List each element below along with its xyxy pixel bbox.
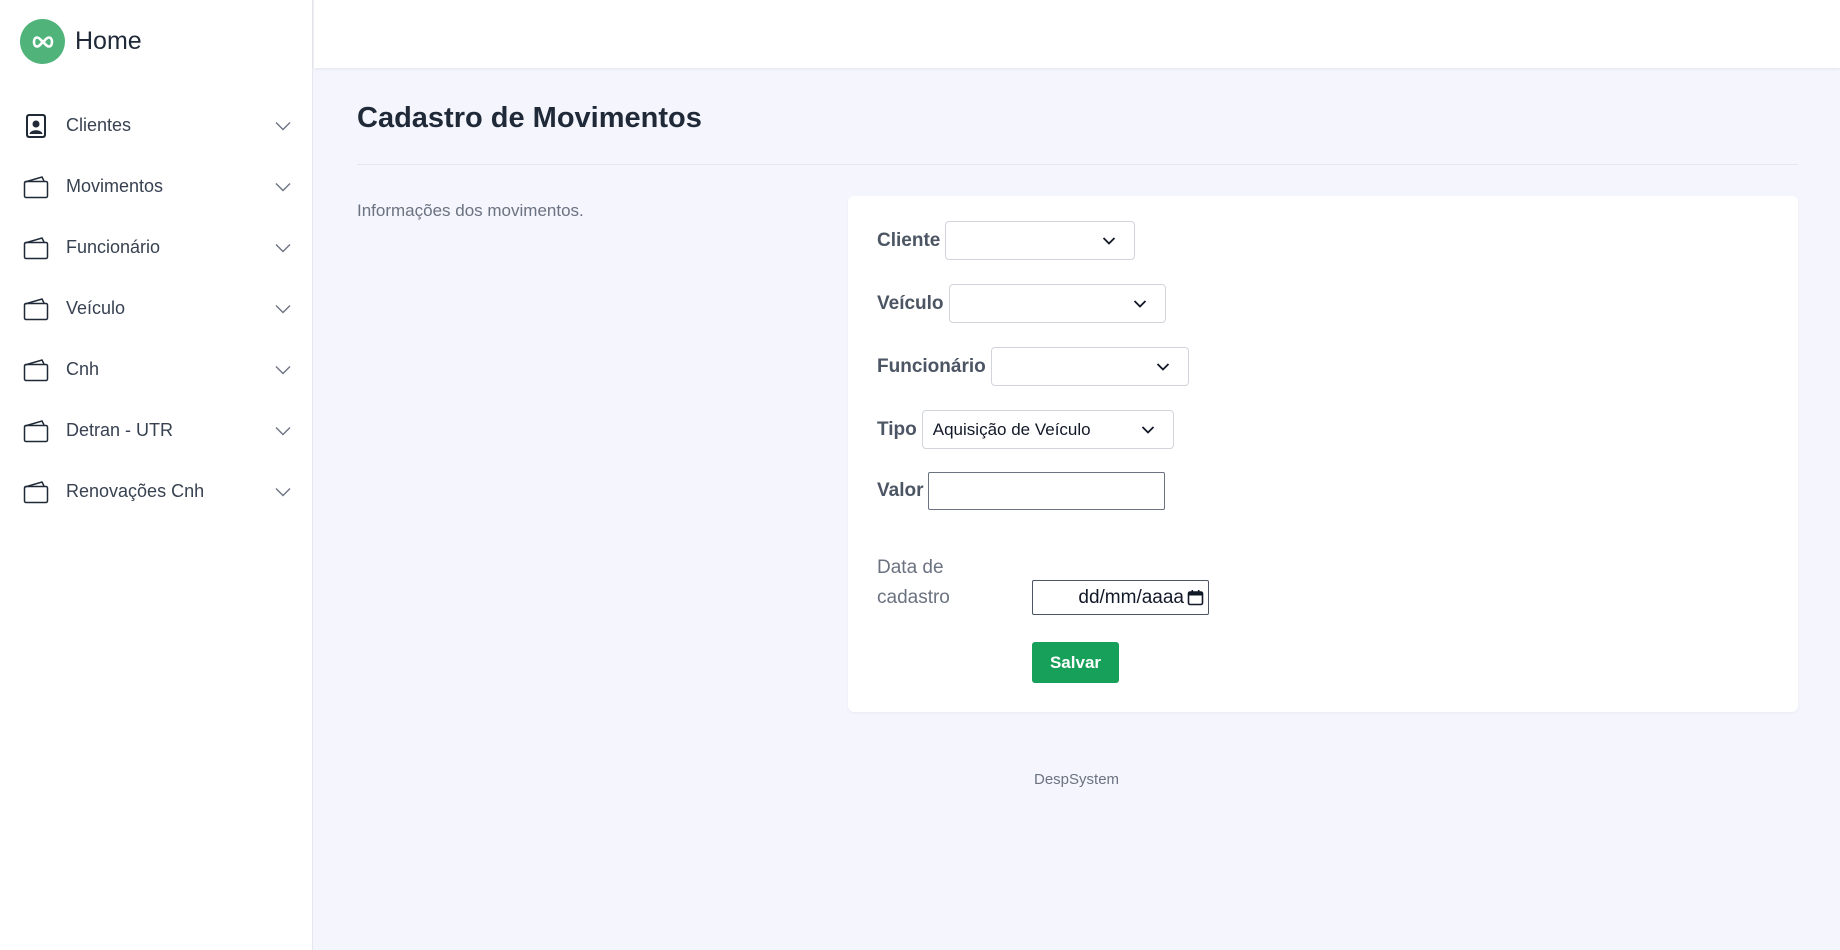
- valor-label: Valor: [877, 480, 924, 501]
- sidebar-item-clientes[interactable]: Clientes: [0, 95, 313, 156]
- valor-row: Valor: [877, 472, 1166, 510]
- sidebar-item-movimentos[interactable]: Movimentos: [0, 156, 313, 217]
- veiculo-label: Veículo: [877, 292, 944, 314]
- chevron-down-icon: [275, 182, 291, 191]
- cliente-label: Cliente: [877, 229, 941, 251]
- chevron-down-icon: [1156, 362, 1169, 371]
- wallet-icon: [23, 174, 49, 200]
- chevron-down-icon: [275, 426, 291, 435]
- section-description: Informações dos movimentos.: [357, 201, 584, 220]
- sidebar-item-veiculo[interactable]: Veículo: [0, 278, 313, 339]
- veiculo-row: Veículo: [877, 284, 1166, 323]
- cliente-row: Cliente: [877, 221, 1136, 260]
- brand-home-link[interactable]: Home: [20, 19, 142, 64]
- wallet-icon: [23, 357, 49, 383]
- sidebar-item-label: Detran - UTR: [66, 420, 174, 440]
- brand-title: Home: [75, 27, 142, 55]
- chevron-down-icon: [275, 487, 291, 496]
- sidebar-item-detran-utr[interactable]: Detran - UTR: [0, 400, 313, 461]
- chevron-down-icon: [275, 365, 291, 374]
- date-placeholder: dd/mm/aaaa: [1078, 586, 1184, 608]
- cliente-select[interactable]: [945, 221, 1136, 260]
- tipo-label: Tipo: [877, 418, 917, 440]
- funcionario-row: Funcionário: [877, 347, 1189, 386]
- contact-card-icon: [23, 113, 49, 139]
- tipo-row: Tipo Aquisição de Veículo: [877, 410, 1174, 449]
- tipo-select-value: Aquisição de Veículo: [932, 419, 1091, 439]
- data-cadastro-input[interactable]: dd/mm/aaaa: [1032, 580, 1209, 615]
- sidebar-item-label: Clientes: [66, 115, 132, 135]
- sidebar-item-cnh[interactable]: Cnh: [0, 339, 313, 400]
- save-button[interactable]: Salvar: [1032, 642, 1119, 683]
- chevron-down-icon: [1103, 236, 1116, 245]
- chevron-down-icon: [275, 243, 291, 252]
- sidebar-item-label: Veículo: [66, 298, 126, 318]
- top-bar: [314, 0, 1840, 68]
- sidebar-item-renovacoes-cnh[interactable]: Renovações Cnh: [0, 461, 313, 522]
- sidebar-nav: Clientes Movimentos Funcionário Veículo: [0, 95, 313, 522]
- veiculo-select[interactable]: [948, 284, 1166, 323]
- sidebar-item-label: Renovações Cnh: [66, 481, 205, 501]
- wallet-icon: [23, 479, 49, 505]
- wallet-icon: [23, 296, 49, 322]
- infinity-icon: [20, 19, 65, 64]
- calendar-icon[interactable]: [1187, 589, 1204, 606]
- funcionario-label: Funcionário: [877, 355, 986, 377]
- divider: [357, 164, 1798, 165]
- tipo-select[interactable]: Aquisição de Veículo: [921, 410, 1174, 449]
- sidebar: Home Clientes Movimentos Funcionário Veí…: [0, 0, 313, 950]
- sidebar-item-funcionario[interactable]: Funcionário: [0, 217, 313, 278]
- wallet-icon: [23, 418, 49, 444]
- funcionario-select[interactable]: [990, 347, 1189, 386]
- sidebar-item-label: Funcionário: [66, 237, 161, 257]
- wallet-icon: [23, 235, 49, 261]
- footer-text: DespSystem: [1034, 771, 1120, 788]
- chevron-down-icon: [1133, 299, 1146, 308]
- chevron-down-icon: [275, 121, 291, 130]
- page-title: Cadastro de Movimentos: [357, 102, 702, 134]
- sidebar-item-label: Cnh: [66, 359, 100, 379]
- form-card: Cliente Veículo Funcionário Tipo Aquisiç…: [848, 196, 1798, 712]
- valor-input[interactable]: [928, 472, 1166, 510]
- sidebar-item-label: Movimentos: [66, 176, 164, 196]
- chevron-down-icon: [275, 304, 291, 313]
- data-cadastro-label: Data de cadastro: [877, 557, 950, 608]
- chevron-down-icon: [1141, 425, 1154, 434]
